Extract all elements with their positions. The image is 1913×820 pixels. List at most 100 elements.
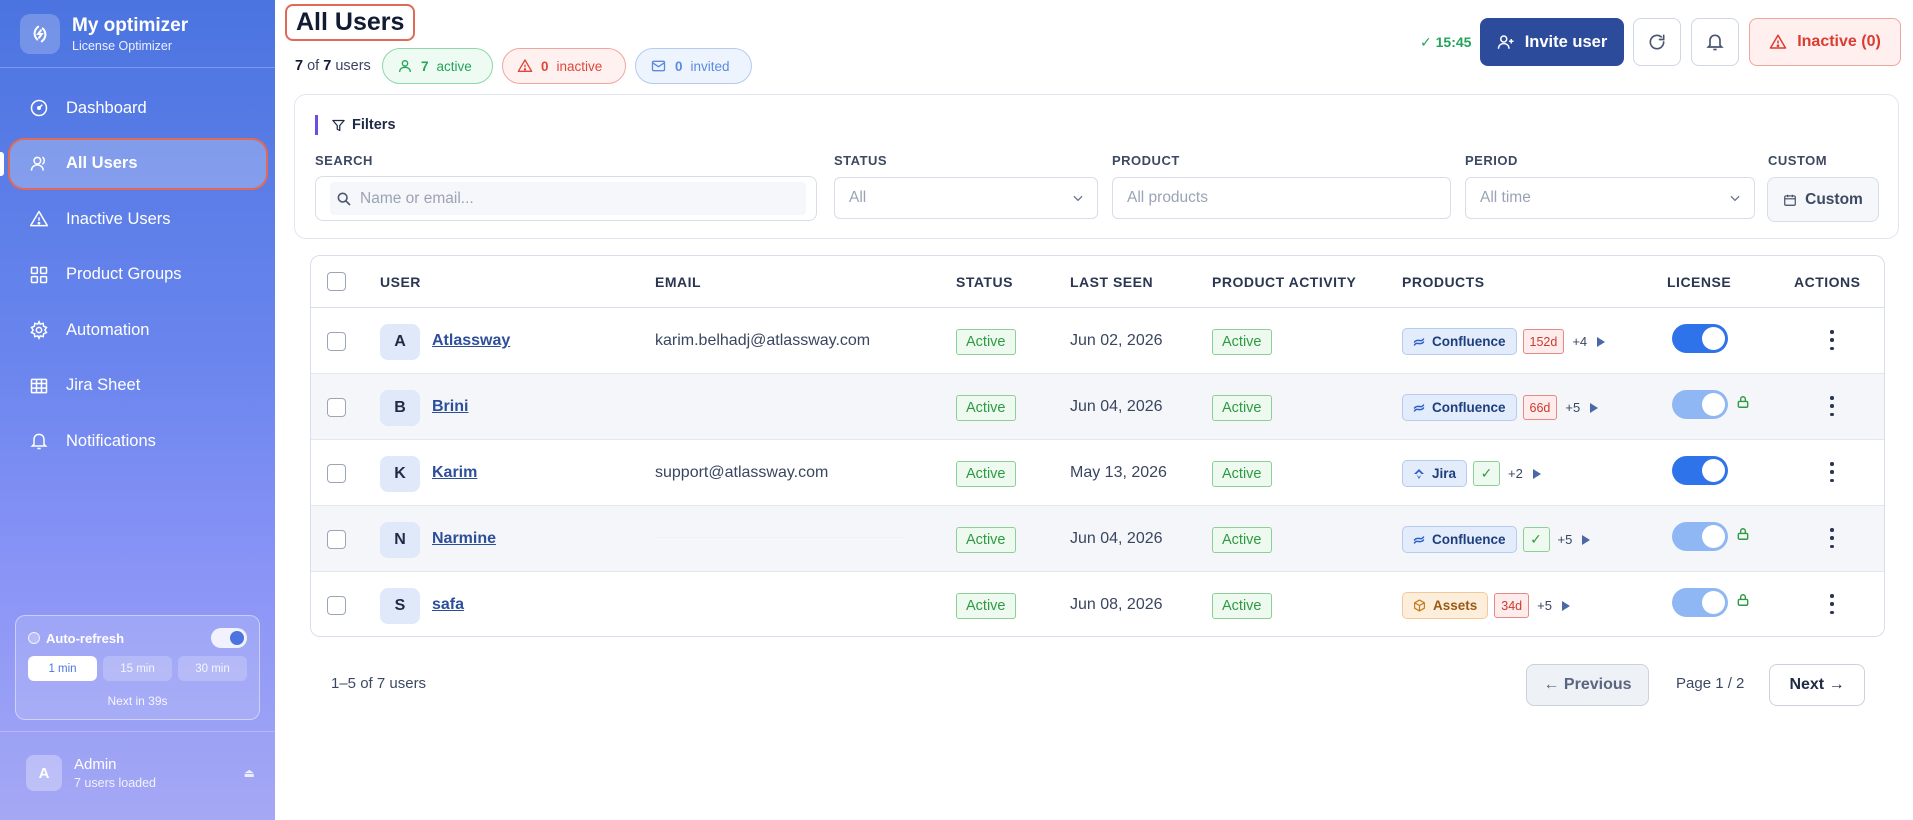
product-chip[interactable]: Confluence	[1402, 328, 1517, 355]
table-row[interactable]: K Karim support@atlassway.com Active May…	[311, 440, 1884, 506]
search-input[interactable]: Name or email...	[360, 190, 474, 208]
page-indicator: Page 1 / 2	[1676, 675, 1745, 692]
admin-profile[interactable]: A Admin 7 users loaded ⏏	[26, 755, 255, 791]
table-row[interactable]: N Narmine Active Jun 04, 2026 Active Con…	[311, 506, 1884, 572]
row-checkbox[interactable]	[327, 596, 346, 615]
sidebar-item-product-groups[interactable]: Product Groups	[10, 251, 266, 299]
row-checkbox[interactable]	[327, 464, 346, 483]
user-name-link[interactable]: Narmine	[432, 530, 496, 548]
row-actions-menu-icon[interactable]	[1829, 528, 1835, 548]
brand[interactable]: My optimizer License Optimizer	[20, 4, 188, 64]
inactive-count-badge[interactable]: 0 inactive	[502, 48, 626, 84]
product-chip[interactable]: Assets	[1402, 592, 1489, 619]
row-checkbox[interactable]	[327, 530, 346, 549]
table-row[interactable]: S safa Active Jun 08, 2026 Active Assets…	[311, 572, 1884, 636]
notifications-button[interactable]	[1691, 18, 1739, 66]
column-header-last-seen[interactable]: LAST SEEN	[1070, 274, 1153, 290]
expand-arrow-icon[interactable]	[1561, 600, 1570, 611]
sidebar-item-automation[interactable]: Automation	[10, 306, 266, 354]
product-chip[interactable]: Jira	[1402, 460, 1468, 487]
table-row[interactable]: A Atlassway karim.belhadj@atlassway.com …	[311, 308, 1884, 374]
refresh-icon	[1649, 34, 1665, 50]
row-actions-menu-icon[interactable]	[1829, 330, 1835, 350]
lock-icon	[1737, 396, 1749, 408]
days-inactive-badge: 152d	[1522, 329, 1565, 354]
user-name-link[interactable]: Brini	[432, 398, 468, 416]
period-select[interactable]: All time	[1465, 177, 1755, 219]
expand-arrow-icon[interactable]	[1590, 402, 1599, 413]
jira-icon	[1414, 468, 1424, 479]
interval-30-min[interactable]: 30 min	[178, 656, 247, 681]
row-actions-menu-icon[interactable]	[1829, 594, 1835, 614]
custom-range-button[interactable]: Custom	[1767, 177, 1879, 222]
users-icon	[28, 153, 50, 175]
sidebar-item-all-users[interactable]: All Users	[10, 139, 266, 188]
logo-icon	[20, 14, 60, 54]
products-cell: Confluence ✓ +5	[1402, 526, 1591, 553]
sidebar-item-label: Notifications	[66, 431, 156, 450]
license-toggle[interactable]	[1672, 522, 1728, 551]
eject-icon[interactable]: ⏏	[244, 766, 255, 780]
more-products-count[interactable]: +5	[1565, 400, 1580, 415]
user-plus-icon	[1497, 35, 1514, 49]
column-header-actions: ACTIONS	[1794, 274, 1861, 290]
sidebar-item-inactive-users[interactable]: Inactive Users	[10, 195, 266, 243]
license-toggle[interactable]	[1672, 456, 1728, 485]
sidebar-item-label: Product Groups	[66, 265, 182, 283]
column-header-email[interactable]: EMAIL	[655, 274, 701, 290]
auto-refresh-toggle[interactable]	[211, 628, 247, 648]
status-badge: Active	[956, 395, 1016, 421]
refresh-button[interactable]	[1633, 18, 1681, 66]
avatar: A	[380, 324, 420, 360]
product-chip[interactable]: Confluence	[1402, 394, 1517, 421]
sidebar-item-notifications[interactable]: Notifications	[10, 417, 266, 465]
more-products-count[interactable]: +4	[1572, 334, 1587, 349]
column-header-status[interactable]: STATUS	[956, 274, 1013, 290]
more-products-count[interactable]: +2	[1508, 466, 1523, 481]
row-checkbox[interactable]	[327, 398, 346, 417]
row-actions-menu-icon[interactable]	[1829, 396, 1835, 416]
product-select[interactable]: All products	[1112, 177, 1451, 219]
invited-count-badge[interactable]: 0 invited	[635, 48, 752, 84]
license-toggle[interactable]	[1672, 324, 1728, 353]
expand-arrow-icon[interactable]	[1582, 534, 1591, 545]
invite-user-button[interactable]: Invite user	[1480, 18, 1624, 66]
row-checkbox[interactable]	[327, 332, 346, 351]
select-all-checkbox[interactable]	[327, 272, 346, 291]
sidebar-item-jira-sheet[interactable]: Jira Sheet	[10, 362, 266, 410]
status-select[interactable]: All	[834, 177, 1098, 219]
next-page-button[interactable]: Next →	[1769, 664, 1865, 706]
sidebar-item-label: Automation	[66, 320, 150, 339]
active-count-badge[interactable]: 7 active	[382, 48, 493, 84]
expand-arrow-icon[interactable]	[1532, 468, 1541, 479]
table-row[interactable]: B Brini Active Jun 04, 2026 Active Confl…	[311, 374, 1884, 440]
license-toggle[interactable]	[1672, 390, 1728, 419]
user-name-link[interactable]: Atlassway	[432, 332, 510, 350]
chevron-down-icon	[1073, 195, 1083, 202]
row-actions-menu-icon[interactable]	[1829, 462, 1835, 482]
user-count: 7 of 7 users	[295, 58, 371, 74]
column-header-user[interactable]: USER	[380, 274, 421, 290]
warning-icon	[1769, 34, 1787, 49]
previous-page-button[interactable]: ← Previous	[1526, 664, 1649, 706]
status-badge: Active	[956, 461, 1016, 487]
user-name-link[interactable]: safa	[432, 596, 464, 614]
more-products-count[interactable]: +5	[1537, 598, 1552, 613]
products-cell: Confluence 152d +4	[1402, 328, 1606, 355]
last-refresh-time: ✓ 15:45	[1420, 34, 1472, 50]
bell-icon	[1706, 34, 1724, 51]
inactive-users-button[interactable]: Inactive (0)	[1749, 18, 1901, 66]
more-products-count[interactable]: +5	[1558, 532, 1573, 547]
interval-15-min[interactable]: 15 min	[103, 656, 172, 681]
sidebar-item-dashboard[interactable]: Dashboard	[10, 84, 266, 132]
column-header-product-activity[interactable]: PRODUCT ACTIVITY	[1212, 274, 1356, 290]
avatar: K	[380, 456, 420, 492]
column-header-products[interactable]: PRODUCTS	[1402, 274, 1485, 290]
license-toggle[interactable]	[1672, 588, 1728, 617]
avatar: B	[380, 390, 420, 426]
expand-arrow-icon[interactable]	[1597, 336, 1606, 347]
user-name-link[interactable]: Karim	[432, 464, 477, 482]
search-field[interactable]: Name or email...	[315, 176, 817, 221]
interval-1-min[interactable]: 1 min	[28, 656, 97, 681]
product-chip[interactable]: Confluence	[1402, 526, 1517, 553]
